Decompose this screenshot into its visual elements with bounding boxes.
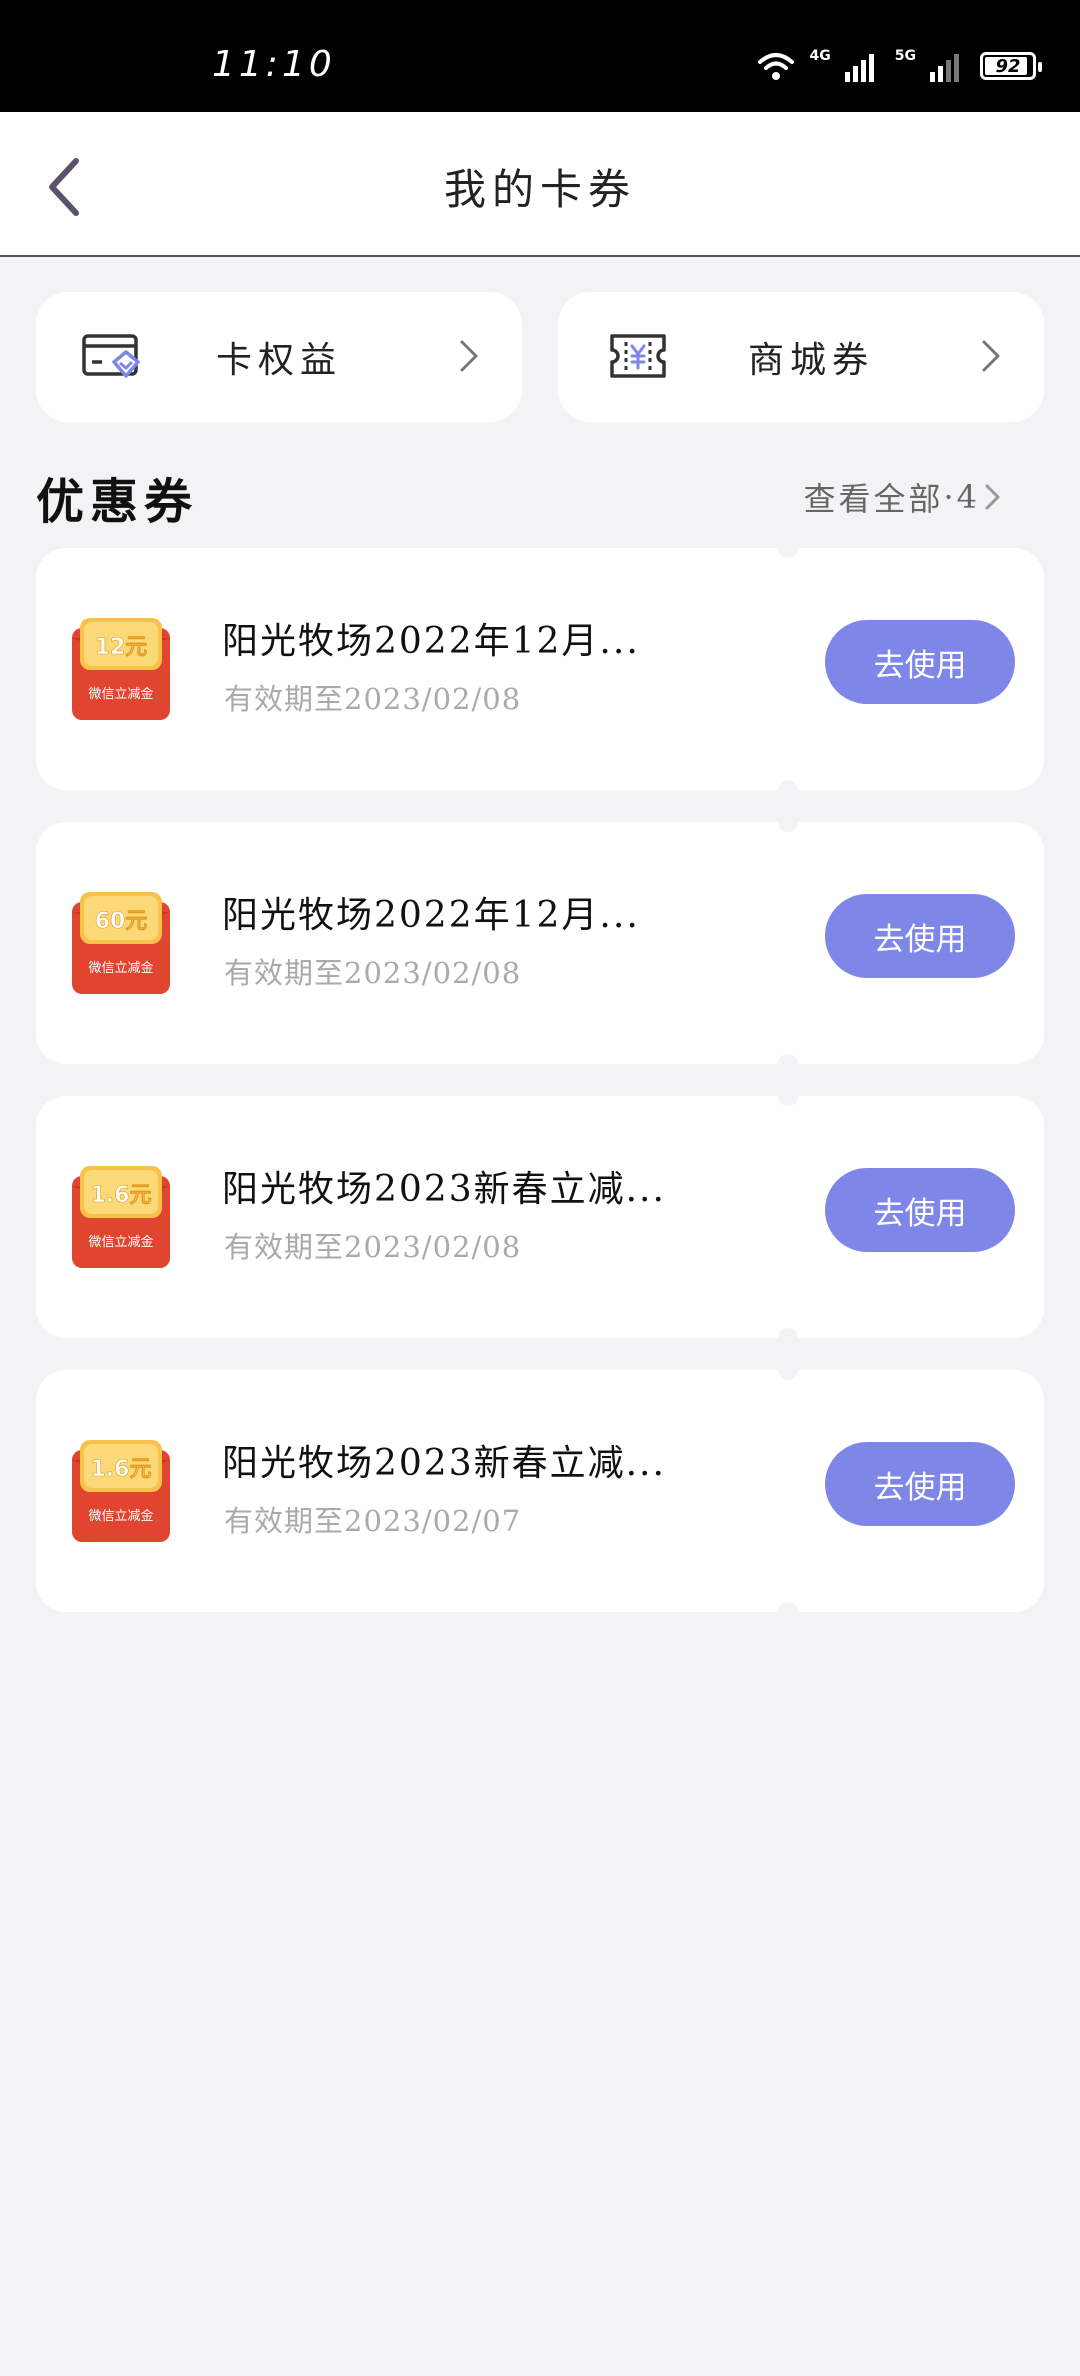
red-envelope-icon: 12元 微信立减金 [72,618,170,720]
red-envelope-icon: 1.6元 微信立减金 [72,1166,170,1268]
status-time: 11:10 [212,44,336,85]
use-coupon-button[interactable]: 去使用 [825,1168,1015,1252]
signal-strength-icon-2 [930,54,959,82]
coupon-amount: 1.6元 [91,1183,152,1208]
section-title-coupons: 优惠券 [36,474,199,530]
card-benefits-entry[interactable]: 卡权益 [36,292,522,422]
coupon-title: 阳光牧场2022年12月... [222,895,640,936]
page-title: 我的卡券 [443,165,636,214]
red-envelope-icon: 60元 微信立减金 [72,892,170,994]
battery-percent: 92 [995,55,1021,77]
coupon-card: 12元 微信立减金 阳光牧场2022年12月... 有效期至2023/02/08… [36,538,1044,800]
coupon-expiry: 有效期至2023/02/08 [224,956,522,990]
card-benefits-label: 卡权益 [215,340,342,381]
coupon-expiry: 有效期至2023/02/07 [224,1504,522,1538]
coupon-title: 阳光牧场2023新春立减... [222,1169,666,1210]
coupon-card: 60元 微信立减金 阳光牧场2022年12月... 有效期至2023/02/08… [36,812,1044,1074]
wifi-icon [757,53,794,80]
nav-bar: 我的卡券 [0,112,1080,257]
coupon-caption: 微信立减金 [88,1234,153,1250]
coupon-title: 阳光牧场2022年12月... [222,621,640,662]
coupon-title: 阳光牧场2023新春立减... [222,1443,666,1484]
view-all-link[interactable]: 查看全部 · 4 [803,474,1002,520]
coupon-caption: 微信立减金 [88,960,153,976]
view-all-label: 查看全部 [803,480,944,518]
coupon-amount: 60元 [95,909,148,934]
ticket-notch [778,1086,798,1106]
signal-strength-icon [844,54,874,82]
status-bar: 11:10 4G 5G 92 [0,0,1080,112]
mall-coupon-label: 商城券 [747,340,874,381]
ticket-notch [778,780,798,800]
coupon-caption: 微信立减金 [88,686,153,702]
chevron-right-icon [460,340,478,372]
ticket-notch [778,1360,798,1380]
coupon-count: 4 [956,478,980,516]
status-icons: 4G 5G 92 [756,46,1042,86]
coupon-caption: 微信立减金 [88,1508,153,1524]
battery-icon: 92 [980,52,1042,80]
coupon-amount: 12元 [95,635,148,660]
ticket-notch [778,1328,798,1348]
red-envelope-icon: 1.6元 微信立减金 [72,1440,170,1542]
use-coupon-button[interactable]: 去使用 [825,1442,1015,1526]
ticket-notch [778,538,798,558]
ticket-notch [778,1054,798,1074]
use-coupon-button[interactable]: 去使用 [825,894,1015,978]
chevron-right-icon [982,340,1000,372]
coupon-expiry: 有效期至2023/02/08 [224,1230,522,1264]
mall-coupon-entry[interactable]: 商城券 [558,292,1044,422]
ticket-notch [778,812,798,832]
network-type-label-2: 5G [894,48,916,64]
ticket-notch [778,1602,798,1622]
chevron-right-icon [985,484,1000,510]
view-all-separator: · [943,478,957,516]
coupon-card: 1.6元 微信立减金 阳光牧场2023新春立减... 有效期至2023/02/0… [36,1360,1044,1622]
coupon-expiry: 有效期至2023/02/08 [224,682,522,716]
network-type-label-1: 4G [809,48,831,64]
coupon-card: 1.6元 微信立减金 阳光牧场2023新春立减... 有效期至2023/02/0… [36,1086,1044,1348]
coupon-amount: 1.6元 [91,1457,152,1482]
use-coupon-button[interactable]: 去使用 [825,620,1015,704]
